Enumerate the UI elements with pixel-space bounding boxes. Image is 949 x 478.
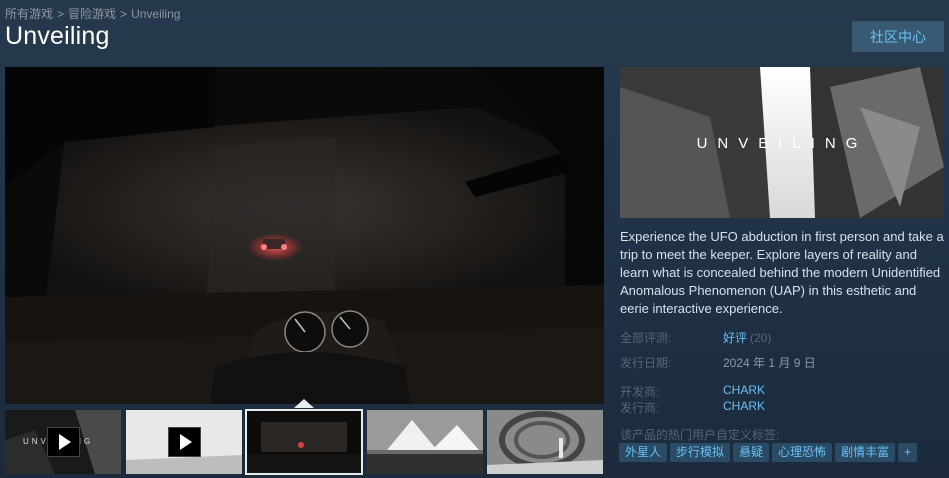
play-icon	[47, 427, 80, 457]
breadcrumb-all-games[interactable]: 所有游戏	[5, 7, 53, 21]
developer-label: 开发商:	[620, 385, 660, 399]
publisher-link[interactable]: CHARK	[723, 399, 765, 413]
play-icon	[168, 427, 201, 457]
thumbnail-trailer-1[interactable]: UNVEILING	[5, 410, 121, 474]
thumbnail-screenshot-car[interactable]	[245, 409, 363, 475]
thumbnail-screenshot-triangles[interactable]	[367, 410, 483, 474]
breadcrumb-adventure[interactable]: 冒险游戏	[68, 7, 116, 21]
thumbnail-trailer-2[interactable]	[126, 410, 242, 474]
tag-list: 外星人 步行模拟 悬疑 心理恐怖 剧情丰富 +	[619, 443, 918, 462]
breadcrumb-separator: >	[120, 7, 128, 21]
capsule-logo-text: UNVEILING	[697, 135, 868, 152]
reviews-count: (20)	[750, 331, 772, 345]
main-screenshot[interactable]	[5, 67, 604, 404]
developer-link[interactable]: CHARK	[723, 383, 765, 397]
tag-psychological-horror[interactable]: 心理恐怖	[772, 443, 833, 462]
tag-aliens[interactable]: 外星人	[619, 443, 668, 462]
release-date-value: 2024 年 1 月 9 日	[723, 356, 816, 370]
community-hub-button[interactable]: 社区中心	[852, 21, 944, 52]
more-tags-button[interactable]: +	[898, 443, 918, 462]
thumbnail-screenshot-tunnel[interactable]	[487, 410, 603, 474]
tag-walking-sim[interactable]: 步行模拟	[670, 443, 731, 462]
reviews-label: 全部评测:	[620, 331, 672, 345]
breadcrumb-current[interactable]: Unveiling	[131, 7, 180, 21]
reviews-summary-link[interactable]: 好评	[723, 331, 747, 345]
thumbnail-strip: UNVEILING	[5, 399, 604, 478]
reviews-value: 好评 (20)	[723, 329, 771, 346]
page-title: Unveiling	[5, 22, 110, 50]
header-capsule-image: UNVEILING	[620, 67, 944, 218]
release-date-label: 发行日期:	[620, 356, 672, 370]
tag-story-rich[interactable]: 剧情丰富	[835, 443, 896, 462]
tags-label: 该产品的热门用户自定义标签:	[620, 428, 780, 442]
publisher-label: 发行商:	[620, 401, 660, 415]
selected-thumbnail-indicator	[294, 399, 314, 408]
game-description: Experience the UFO abduction in first pe…	[620, 229, 944, 316]
breadcrumb-separator: >	[57, 7, 65, 21]
breadcrumb: 所有游戏 > 冒险游戏 > Unveiling	[5, 5, 180, 22]
tag-mystery[interactable]: 悬疑	[733, 443, 770, 462]
